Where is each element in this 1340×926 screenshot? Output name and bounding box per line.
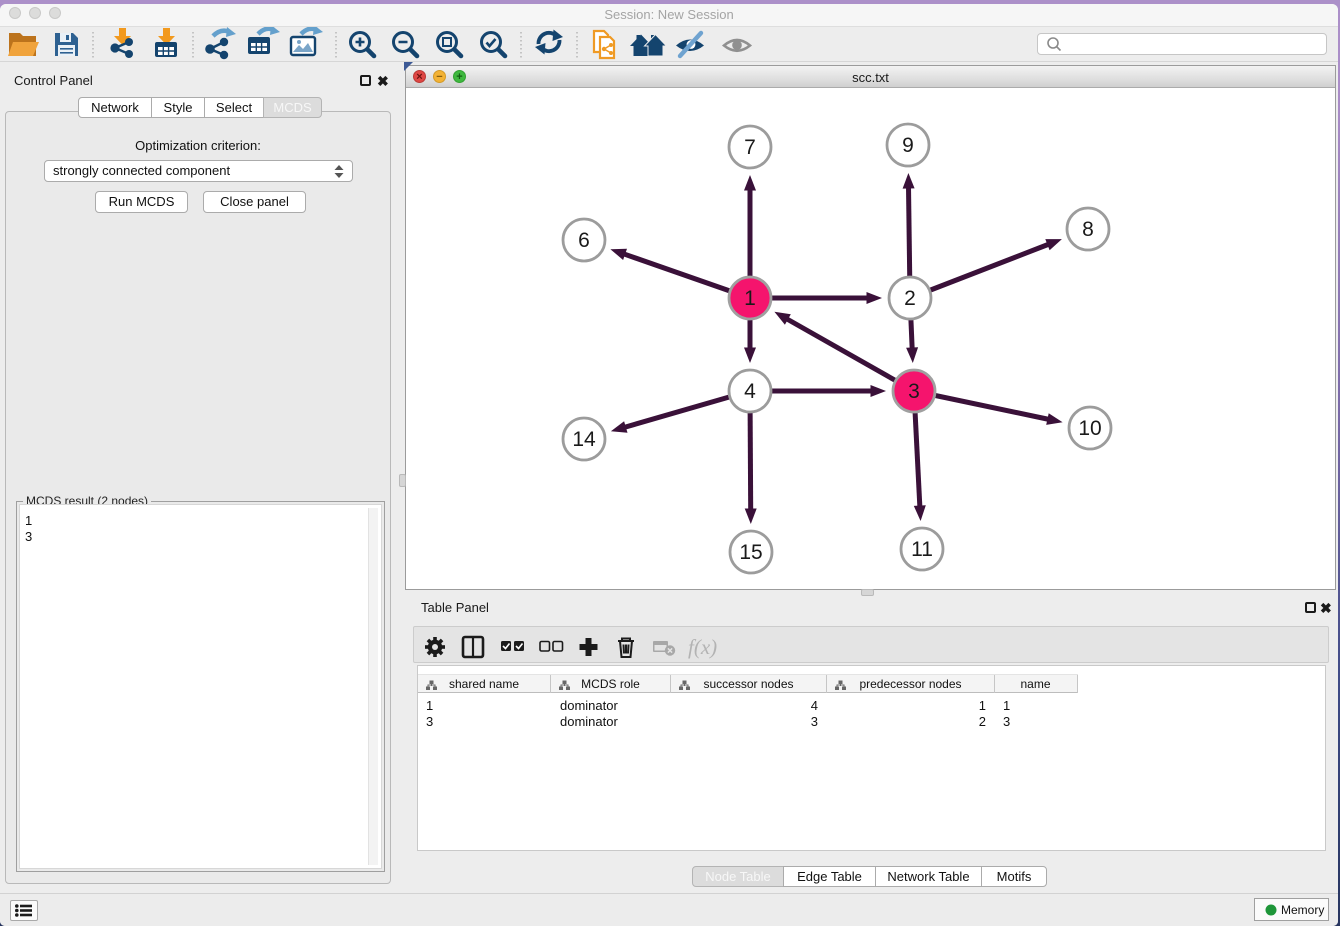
- svg-text:f(x): f(x): [688, 635, 717, 659]
- svg-text:6: 6: [578, 229, 590, 252]
- svg-text:1: 1: [744, 287, 756, 310]
- svg-text:14: 14: [572, 428, 596, 451]
- svg-text:8: 8: [1082, 218, 1094, 241]
- svg-text:15: 15: [739, 541, 762, 564]
- svg-text:9: 9: [902, 134, 914, 157]
- svg-text:4: 4: [744, 380, 756, 403]
- svg-text:10: 10: [1078, 417, 1101, 440]
- svg-text:3: 3: [908, 380, 920, 403]
- svg-text:11: 11: [911, 538, 933, 561]
- svg-text:7: 7: [744, 136, 756, 159]
- svg-text:2: 2: [904, 287, 916, 310]
